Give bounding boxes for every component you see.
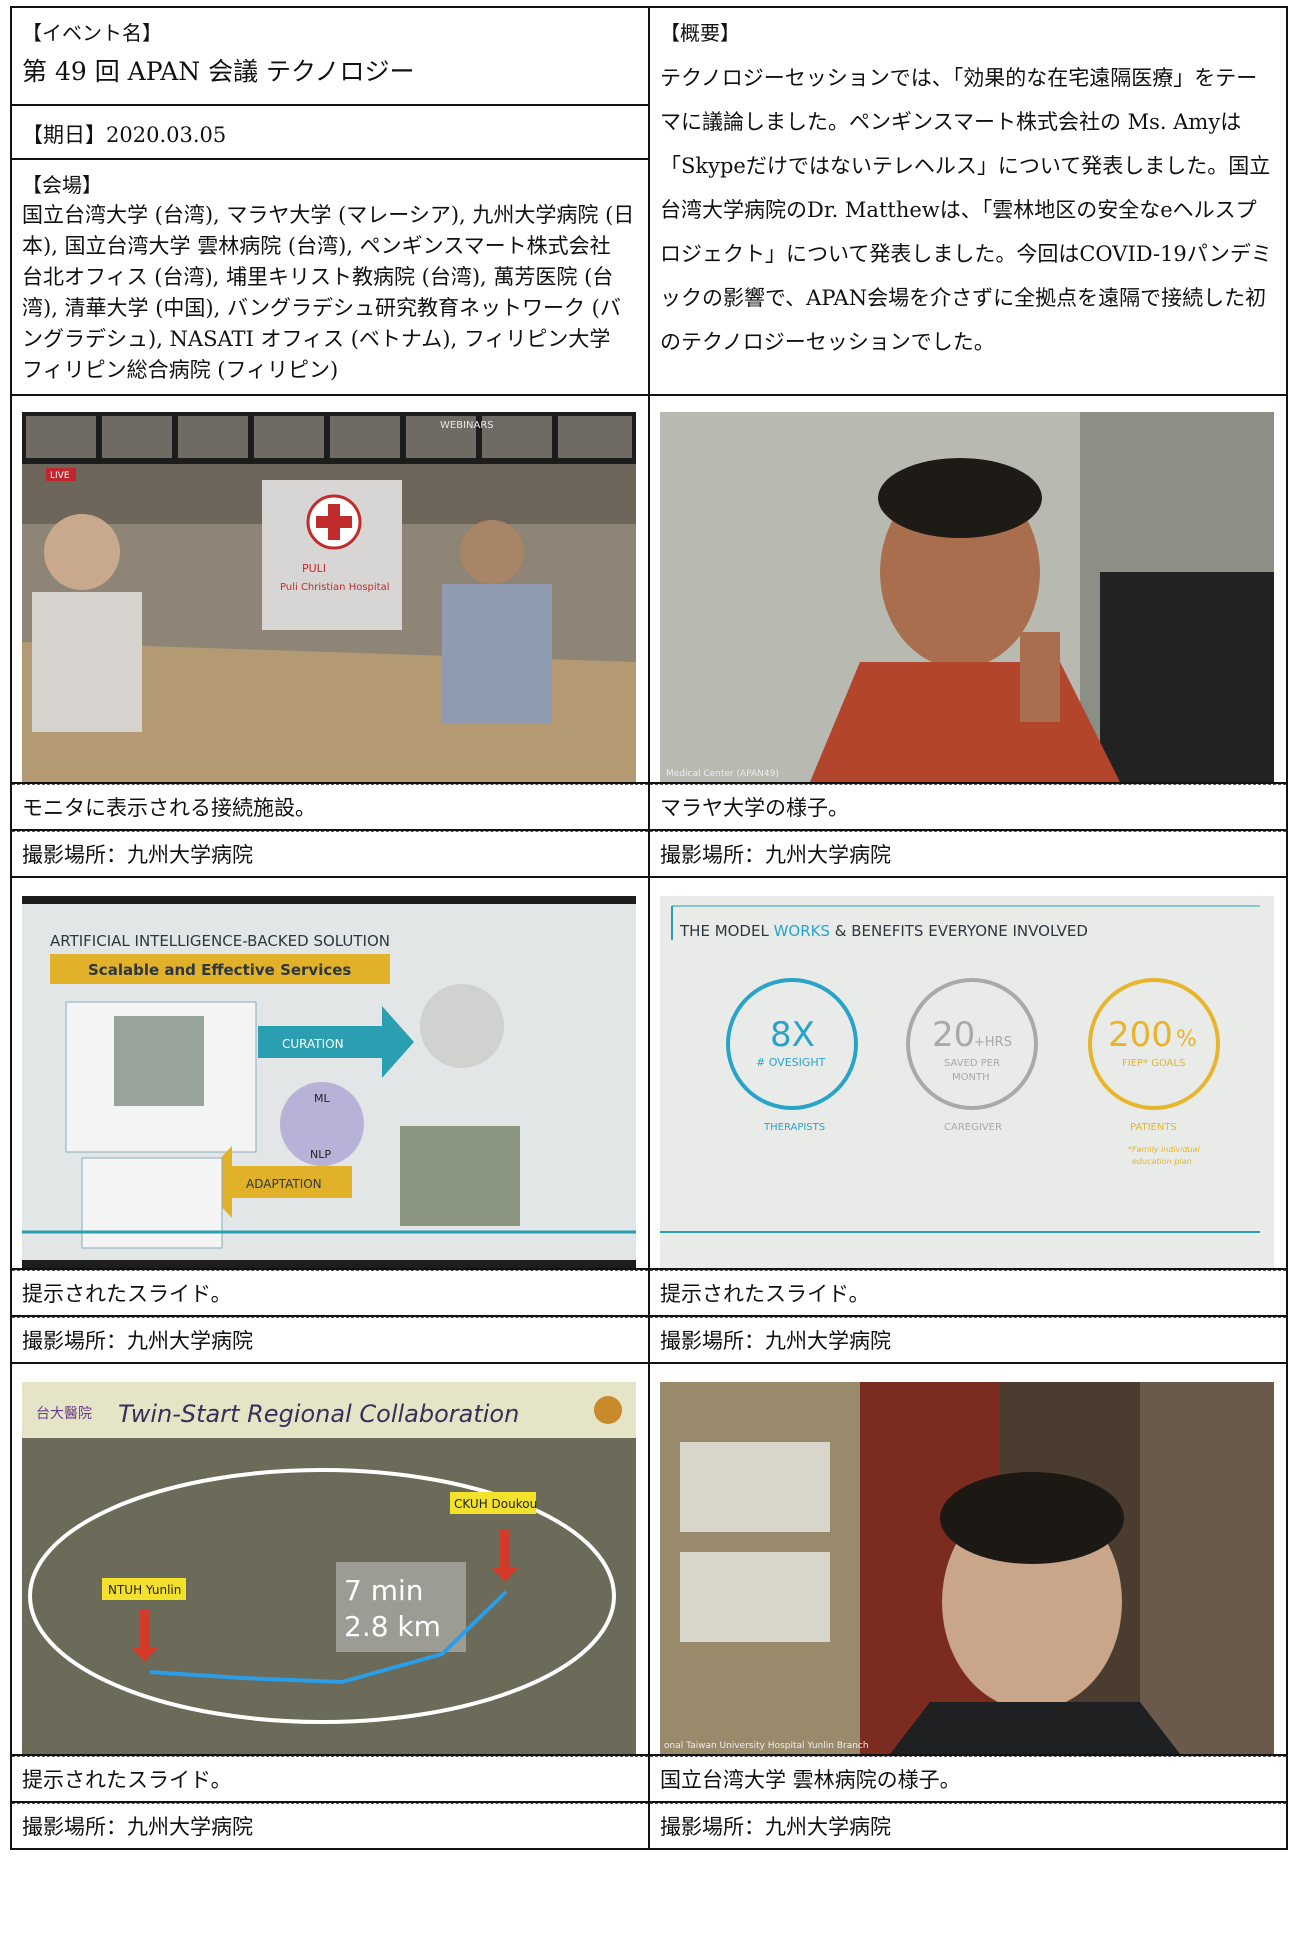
- summary-label: 【概要】: [660, 21, 740, 45]
- slide-title: ARTIFICIAL INTELLIGENCE-BACKED SOLUTION: [50, 932, 390, 950]
- place-cell-4: 撮影場所：九州大学病院: [648, 1315, 1288, 1364]
- live-badge: LIVE: [50, 471, 70, 481]
- place-cell-6: 撮影場所：九州大学病院: [648, 1801, 1288, 1850]
- ai-slide-image: ARTIFICIAL INTELLIGENCE-BACKED SOLUTION …: [22, 896, 636, 1268]
- photo-location: 撮影場所：九州大学病院: [650, 831, 1286, 876]
- metric-2-value: 20: [932, 1015, 975, 1055]
- metric-3-unit: %: [1176, 1027, 1197, 1052]
- caption-row-1: モニタに表示される接続施設。 マラヤ大学の様子。: [10, 782, 1288, 831]
- photo-location: 撮影場所：九州大学病院: [12, 1317, 648, 1362]
- photo-cell-4: THE MODEL WORKS & BENEFITS EVERYONE INVO…: [648, 876, 1288, 1270]
- travel-distance: 2.8 km: [344, 1610, 441, 1643]
- metric-3-value: 200: [1108, 1015, 1173, 1055]
- photo-cell-6: onal Taiwan University Hospital Yunlin B…: [648, 1362, 1288, 1756]
- photo-caption: マラヤ大学の様子。: [650, 784, 1286, 829]
- place-cell-3: 撮影場所：九州大学病院: [10, 1315, 650, 1364]
- malaya-image: Medical Center (APAN49): [660, 412, 1274, 782]
- slide-title-part-c: & BENEFITS EVERYONE INVOLVED: [830, 922, 1088, 940]
- info-row: 【イベント名】 第 49 回 APAN 会議 テクノロジー 【期日】2020.0…: [10, 6, 1288, 396]
- event-name-label: 【イベント名】: [22, 21, 162, 45]
- video-conference-photo: WEBINARS LIVE PULI Puli Christian Hospit…: [22, 412, 636, 782]
- event-info-cell: 【イベント名】 第 49 回 APAN 会議 テクノロジー 【期日】2020.0…: [10, 6, 650, 396]
- place-row-3: 撮影場所：九州大学病院 撮影場所：九州大学病院: [10, 1801, 1288, 1850]
- slide-logo: 台大醫院: [36, 1406, 92, 1422]
- metric-3-label: PATIENTS: [1130, 1122, 1177, 1133]
- slide-title: Twin-Start Regional Collaboration: [118, 1400, 519, 1428]
- slide-subtitle: Scalable and Effective Services: [88, 961, 351, 979]
- benefits-slide-photo: THE MODEL WORKS & BENEFITS EVERYONE INVO…: [660, 896, 1274, 1268]
- place-cell-1: 撮影場所：九州大学病院: [10, 829, 650, 878]
- metric-3-caption: FIEP* GOALS: [1122, 1058, 1185, 1069]
- corner-label: Medical Center (APAN49): [666, 769, 779, 779]
- caption-row-3: 提示されたスライド。 国立台湾大学 雲林病院の様子。: [10, 1754, 1288, 1803]
- yunlin-photo: onal Taiwan University Hospital Yunlin B…: [660, 1382, 1274, 1754]
- caption-cell-5: 提示されたスライド。: [10, 1754, 650, 1803]
- photo-location: 撮影場所：九州大学病院: [650, 1317, 1286, 1362]
- caption-row-2: 提示されたスライド。 提示されたスライド。: [10, 1268, 1288, 1317]
- map-label-1: CKUH Doukou: [454, 1497, 537, 1511]
- event-report-table: 【イベント名】 第 49 回 APAN 会議 テクノロジー 【期日】2020.0…: [10, 6, 1288, 1850]
- note-line-2: education plan: [1132, 1157, 1192, 1166]
- photo-cell-1: WEBINARS LIVE PULI Puli Christian Hospit…: [10, 394, 650, 784]
- venue-label: 【会場】: [22, 173, 102, 197]
- regional-map-image: 台大醫院 Twin-Start Regional Collaboration C…: [22, 1382, 636, 1754]
- event-date: 【期日】2020.03.05: [22, 123, 227, 147]
- document-page: 【イベント名】 第 49 回 APAN 会議 テクノロジー 【期日】2020.0…: [0, 0, 1292, 1946]
- slide-title: THE MODEL WORKS & BENEFITS EVERYONE INVO…: [679, 922, 1088, 940]
- ml-label: ML: [314, 1092, 330, 1105]
- yunlin-image: onal Taiwan University Hospital Yunlin B…: [660, 1382, 1274, 1754]
- photo-location: 撮影場所：九州大学病院: [12, 1803, 648, 1848]
- place-row-1: 撮影場所：九州大学病院 撮影場所：九州大学病院: [10, 829, 1288, 878]
- slide-title-part-b: WORKS: [774, 922, 830, 940]
- photo-cell-5: 台大醫院 Twin-Start Regional Collaboration C…: [10, 1362, 650, 1756]
- photo-row-1: WEBINARS LIVE PULI Puli Christian Hospit…: [10, 394, 1288, 784]
- summary-text: テクノロジーセッションでは、「効果的な在宅遠隔医療」をテーマに議論しました。ペン…: [660, 66, 1272, 354]
- corner-label: onal Taiwan University Hospital Yunlin B…: [664, 1741, 869, 1751]
- caption-cell-2: マラヤ大学の様子。: [648, 782, 1288, 831]
- metric-1-value: 8X: [770, 1015, 815, 1055]
- benefits-slide-image: THE MODEL WORKS & BENEFITS EVERYONE INVO…: [660, 896, 1274, 1268]
- photo-location: 撮影場所：九州大学病院: [12, 831, 648, 876]
- malaya-photo: Medical Center (APAN49): [660, 412, 1274, 782]
- photo-caption: モニタに表示される接続施設。: [12, 784, 648, 829]
- banner-brand: PULI: [302, 562, 326, 575]
- slide-title-part-a: THE MODEL: [679, 922, 774, 940]
- caption-cell-1: モニタに表示される接続施設。: [10, 782, 650, 831]
- ai-slide-photo: ARTIFICIAL INTELLIGENCE-BACKED SOLUTION …: [22, 896, 636, 1268]
- photo-location: 撮影場所：九州大学病院: [650, 1803, 1286, 1848]
- note-line-1: *Family individual: [1128, 1145, 1201, 1154]
- metric-2-label: CAREGIVER: [944, 1122, 1002, 1133]
- metric-2-caption-2: MONTH: [952, 1072, 990, 1083]
- photo-row-3: 台大醫院 Twin-Start Regional Collaboration C…: [10, 1362, 1288, 1756]
- caption-cell-3: 提示されたスライド。: [10, 1268, 650, 1317]
- metric-1-caption: # OVESIGHT: [756, 1056, 826, 1069]
- summary-cell: 【概要】 テクノロジーセッションでは、「効果的な在宅遠隔医療」をテーマに議論しま…: [648, 6, 1288, 396]
- metric-2-caption-1: SAVED PER: [944, 1058, 1000, 1069]
- venue-text: 国立台湾大学 (台湾), マラヤ大学 (マレーシア), 九州大学病院 (日本),…: [22, 203, 635, 382]
- photo-cell-3: ARTIFICIAL INTELLIGENCE-BACKED SOLUTION …: [10, 876, 650, 1270]
- adaptation-label: ADAPTATION: [246, 1177, 322, 1191]
- webinars-text: WEBINARS: [440, 420, 494, 431]
- nlp-label: NLP: [310, 1148, 331, 1161]
- curation-label: CURATION: [282, 1037, 344, 1051]
- place-cell-2: 撮影場所：九州大学病院: [648, 829, 1288, 878]
- caption-cell-4: 提示されたスライド。: [648, 1268, 1288, 1317]
- photo-caption: 提示されたスライド。: [12, 1270, 648, 1315]
- place-cell-5: 撮影場所：九州大学病院: [10, 1801, 650, 1850]
- video-conference-image: WEBINARS LIVE PULI Puli Christian Hospit…: [22, 412, 636, 782]
- photo-caption: 国立台湾大学 雲林病院の様子。: [650, 1756, 1286, 1801]
- metric-2-unit: +HRS: [974, 1035, 1012, 1050]
- photo-row-2: ARTIFICIAL INTELLIGENCE-BACKED SOLUTION …: [10, 876, 1288, 1270]
- banner-line: Puli Christian Hospital: [280, 582, 390, 593]
- photo-caption: 提示されたスライド。: [12, 1756, 648, 1801]
- event-title: 第 49 回 APAN 会議 テクノロジー: [22, 57, 415, 86]
- map-label-2: NTUH Yunlin: [108, 1583, 181, 1597]
- metric-1-label: THERAPISTS: [763, 1122, 825, 1133]
- travel-time: 7 min: [344, 1574, 424, 1607]
- caption-cell-6: 国立台湾大学 雲林病院の様子。: [648, 1754, 1288, 1803]
- photo-caption: 提示されたスライド。: [650, 1270, 1286, 1315]
- photo-cell-2: Medical Center (APAN49): [648, 394, 1288, 784]
- place-row-2: 撮影場所：九州大学病院 撮影場所：九州大学病院: [10, 1315, 1288, 1364]
- regional-map-photo: 台大醫院 Twin-Start Regional Collaboration C…: [22, 1382, 636, 1754]
